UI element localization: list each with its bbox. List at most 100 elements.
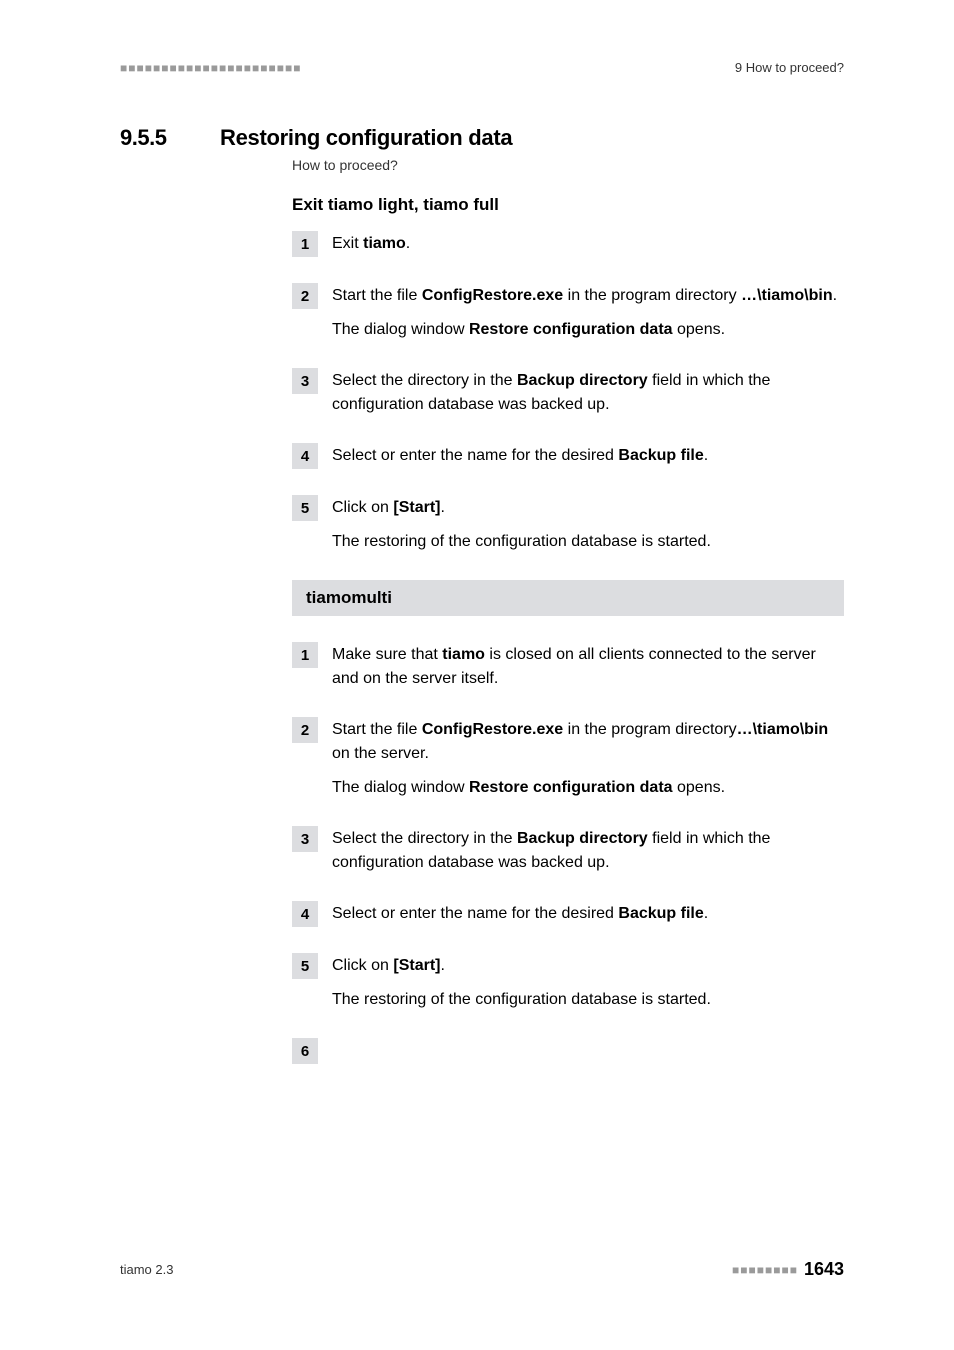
step-body: Exit tiamo. <box>332 231 844 256</box>
step-body: Click on [Start]. The restoring of the co… <box>332 953 844 1012</box>
step-paragraph: Select the directory in the Backup direc… <box>332 827 844 875</box>
bold-text: tiamo <box>363 235 406 252</box>
bold-text: Backup directory <box>517 372 648 389</box>
step-paragraph: Select the directory in the Backup direc… <box>332 369 844 417</box>
footer-right: ■■■■■■■■ 1643 <box>732 1259 844 1280</box>
bold-text: [Start] <box>393 499 440 516</box>
step-body: Start the file ConfigRestore.exe in the … <box>332 717 844 800</box>
part2-heading: tiamomulti <box>292 580 844 616</box>
step-paragraph: The restoring of the configuration datab… <box>332 988 844 1012</box>
text-run: The restoring of the configuration datab… <box>332 533 711 550</box>
page-number: 1643 <box>804 1259 844 1280</box>
footer-decor: ■■■■■■■■ <box>732 1263 798 1277</box>
step-paragraph: Make sure that tiamo is closed on all cl… <box>332 643 844 691</box>
step: 4 Select or enter the name for the desire… <box>292 443 844 469</box>
text-run: Select or enter the name for the desired <box>332 447 618 464</box>
text-run: Select the directory in the <box>332 830 517 847</box>
section-subtitle: How to proceed? <box>292 157 844 173</box>
step-body: Select or enter the name for the desired… <box>332 443 844 468</box>
text-run: Click on <box>332 499 393 516</box>
text-run: . <box>833 287 837 304</box>
step: 5 Click on [Start]. The restoring of the c… <box>292 495 844 554</box>
bold-text: [Start] <box>393 957 440 974</box>
step-number-badge: 5 <box>292 953 318 979</box>
step: 4 Select or enter the name for the desire… <box>292 901 844 927</box>
bold-text: ConfigRestore.exe <box>422 287 563 304</box>
step-number-badge: 1 <box>292 231 318 257</box>
page-container: ■■■■■■■■■■■■■■■■■■■■■■ 9 How to proceed?… <box>0 0 954 1350</box>
bold-text: Backup file <box>618 447 703 464</box>
content-area: How to proceed? Exit tiamo light, tiamo … <box>292 157 844 1064</box>
step: 1 Make sure that tiamo is closed on all c… <box>292 642 844 691</box>
step-paragraph: The dialog window Restore configuration … <box>332 776 844 800</box>
bold-text: Backup file <box>618 905 703 922</box>
text-run: . <box>440 957 444 974</box>
section-heading-row: 9.5.5 Restoring configuration data <box>120 125 844 151</box>
step-number-badge: 3 <box>292 826 318 852</box>
step: 3 Select the directory in the Backup dire… <box>292 826 844 875</box>
text-run: Click on <box>332 957 393 974</box>
step-number-badge: 5 <box>292 495 318 521</box>
bold-text: …\tiamo\bin <box>741 287 833 304</box>
step-number-badge: 4 <box>292 443 318 469</box>
step-number-badge: 3 <box>292 368 318 394</box>
text-run: in the program directory <box>563 287 741 304</box>
step: 3 Select the directory in the Backup dire… <box>292 368 844 417</box>
step-number-badge: 4 <box>292 901 318 927</box>
step-body: Start the file ConfigRestore.exe in the … <box>332 283 844 342</box>
step-body: Select the directory in the Backup direc… <box>332 368 844 417</box>
bold-text: tiamo <box>442 646 485 663</box>
text-run: The restoring of the configuration datab… <box>332 991 711 1008</box>
step-paragraph: Select or enter the name for the desired… <box>332 902 844 926</box>
bold-text: ConfigRestore.exe <box>422 721 563 738</box>
step-body: Click on [Start]. The restoring of the co… <box>332 495 844 554</box>
step-paragraph: Select or enter the name for the desired… <box>332 444 844 468</box>
step-number-badge: 2 <box>292 717 318 743</box>
text-run: Select the directory in the <box>332 372 517 389</box>
step-number-badge: 1 <box>292 642 318 668</box>
text-run: opens. <box>673 779 725 796</box>
text-run: in the program directory <box>563 721 736 738</box>
step-body: Select or enter the name for the desired… <box>332 901 844 926</box>
step-paragraph: Exit tiamo. <box>332 232 844 256</box>
footer-left: tiamo 2.3 <box>120 1262 173 1277</box>
step-paragraph: Start the file ConfigRestore.exe in the … <box>332 284 844 308</box>
part1-heading: Exit tiamo light, tiamo full <box>292 195 844 215</box>
text-run: on the server. <box>332 745 429 762</box>
bold-text: …\tiamo\bin <box>737 721 829 738</box>
text-run: Exit <box>332 235 363 252</box>
step-paragraph: Click on [Start]. <box>332 496 844 520</box>
step-paragraph: Click on [Start]. <box>332 954 844 978</box>
text-run: opens. <box>673 321 725 338</box>
bold-text: Restore configuration data <box>469 779 673 796</box>
text-run: . <box>440 499 444 516</box>
text-run: Start the file <box>332 287 422 304</box>
text-run: . <box>406 235 410 252</box>
text-run: . <box>704 905 708 922</box>
text-run: The dialog window <box>332 779 469 796</box>
header-decor: ■■■■■■■■■■■■■■■■■■■■■■ <box>120 61 301 75</box>
step-paragraph: The dialog window Restore configuration … <box>332 318 844 342</box>
text-run: The dialog window <box>332 321 469 338</box>
step-body: Select the directory in the Backup direc… <box>332 826 844 875</box>
bold-text: Restore configuration data <box>469 321 673 338</box>
part1-steps: 1 Exit tiamo. 2 Start the file ConfigRestor… <box>292 231 844 554</box>
bold-text: Backup directory <box>517 830 648 847</box>
step: 1 Exit tiamo. <box>292 231 844 257</box>
step: 2 Start the file ConfigRestore.exe in the… <box>292 717 844 800</box>
step-body: Make sure that tiamo is closed on all cl… <box>332 642 844 691</box>
text-run: Make sure that <box>332 646 442 663</box>
section-number: 9.5.5 <box>120 125 192 151</box>
step: 5 Click on [Start]. The restoring of the c… <box>292 953 844 1012</box>
text-run: . <box>704 447 708 464</box>
page-header: ■■■■■■■■■■■■■■■■■■■■■■ 9 How to proceed? <box>120 60 844 75</box>
step-paragraph: Start the file ConfigRestore.exe in the … <box>332 718 844 766</box>
step-number-badge: 6 <box>292 1038 318 1064</box>
section-title: Restoring configuration data <box>220 125 512 151</box>
text-run: Select or enter the name for the desired <box>332 905 618 922</box>
part2-steps: 1 Make sure that tiamo is closed on all c… <box>292 642 844 1064</box>
text-run: Start the file <box>332 721 422 738</box>
page-footer: tiamo 2.3 ■■■■■■■■ 1643 <box>120 1259 844 1280</box>
step: 6 <box>292 1038 844 1064</box>
step-number-badge: 2 <box>292 283 318 309</box>
